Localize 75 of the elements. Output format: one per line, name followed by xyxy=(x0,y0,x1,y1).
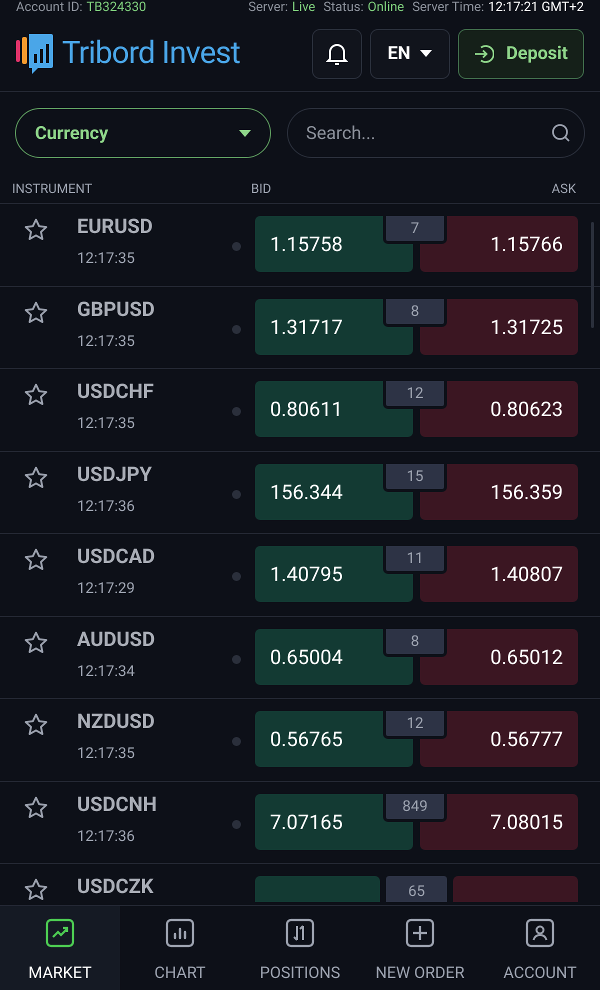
server-time: 12:17:21 GMT+2 xyxy=(488,0,584,16)
plus-icon xyxy=(404,917,436,949)
caret-icon xyxy=(239,130,251,136)
spread-badge: 849 xyxy=(383,794,447,822)
ask-price[interactable]: 1.15766 xyxy=(420,216,578,272)
ask-price[interactable]: 1.31725 xyxy=(420,298,578,354)
nav-tab[interactable]: NEW ORDER xyxy=(360,906,480,990)
instrument-symbol: USDCHF xyxy=(77,378,155,404)
quote-time: 12:17:36 xyxy=(77,826,136,846)
instrument-symbol: USDCZK xyxy=(77,873,154,899)
star-icon[interactable] xyxy=(23,217,49,243)
instrument-symbol: USDJPY xyxy=(77,460,153,486)
quote-time: 12:17:35 xyxy=(77,743,136,764)
search-field[interactable]: Search... xyxy=(287,108,585,158)
star-icon[interactable] xyxy=(23,300,49,326)
star-icon[interactable] xyxy=(23,464,49,490)
quote-time: 12:17:36 xyxy=(77,496,136,516)
instrument-symbol: NZDUSD xyxy=(77,708,156,734)
quote-time: 12:17:35 xyxy=(77,330,136,352)
instrument-symbol: EURUSD xyxy=(77,213,154,239)
ask-price[interactable]: 0.65012 xyxy=(420,628,578,684)
spread-badge: 15 xyxy=(383,464,447,492)
spread-badge: 11 xyxy=(383,546,447,574)
caret-icon xyxy=(420,50,432,57)
ask-price[interactable]: 1.40807 xyxy=(420,546,578,602)
deposit-button[interactable]: Deposit xyxy=(458,28,584,78)
spread-badge: 12 xyxy=(383,381,447,409)
login-arrow-icon xyxy=(474,44,494,64)
instrument-symbol: GBPUSD xyxy=(77,296,156,322)
spread-badge: 12 xyxy=(383,711,447,739)
star-icon[interactable] xyxy=(23,630,49,656)
star-icon[interactable] xyxy=(23,877,49,903)
user-icon xyxy=(524,917,556,949)
star-icon[interactable] xyxy=(23,712,49,738)
status-value: Online xyxy=(368,0,404,16)
brand-name: Tribord Invest xyxy=(62,33,240,74)
quote-time: 12:17:35 xyxy=(77,413,136,434)
star-icon[interactable] xyxy=(23,382,49,408)
notifications-button[interactable] xyxy=(312,28,362,78)
nav-tab[interactable]: MARKET xyxy=(0,906,120,990)
instrument-symbol: USDCNH xyxy=(77,790,158,816)
instrument-symbol: USDCAD xyxy=(77,543,156,569)
column-header: BID xyxy=(251,180,272,199)
spread-badge: 65 xyxy=(386,876,447,902)
quote-time: 12:17:29 xyxy=(77,578,136,599)
search-icon xyxy=(551,123,571,143)
trend-chart-icon xyxy=(44,917,76,949)
spread-badge: 8 xyxy=(383,298,447,326)
language-dropdown[interactable]: EN xyxy=(370,28,450,78)
bar-chart-icon xyxy=(164,917,196,949)
bid-price[interactable]: 1.31717 xyxy=(255,298,413,354)
nav-tab[interactable]: ACCOUNT xyxy=(480,906,600,990)
star-icon[interactable] xyxy=(23,794,49,820)
star-icon[interactable] xyxy=(23,547,49,573)
arrows-icon xyxy=(284,917,316,949)
category-dropdown[interactable]: Currency xyxy=(15,108,271,158)
nav-tab[interactable]: POSITIONS xyxy=(240,906,360,990)
status-label: Status: xyxy=(323,0,364,16)
time-label: Server Time: xyxy=(412,0,484,16)
instrument-symbol: AUDUSD xyxy=(77,626,156,652)
column-header: INSTRUMENT xyxy=(12,180,94,199)
quote-time: 12:17:34 xyxy=(77,660,136,682)
server-value: Live xyxy=(292,0,316,16)
account-label: Account ID: xyxy=(16,0,83,16)
logo-icon xyxy=(16,32,54,76)
spread-badge: 7 xyxy=(383,216,447,244)
server-label: Server: xyxy=(248,0,288,16)
nav-tab[interactable]: CHART xyxy=(120,906,240,990)
column-header: ASK xyxy=(552,180,577,199)
account-id: TB324330 xyxy=(86,0,146,16)
bell-icon xyxy=(326,42,348,66)
spread-badge: 8 xyxy=(383,628,447,656)
bid-price[interactable]: 0.65004 xyxy=(255,628,413,684)
quote-time: 12:17:35 xyxy=(77,248,136,269)
bid-price[interactable]: 1.15758 xyxy=(255,216,413,272)
